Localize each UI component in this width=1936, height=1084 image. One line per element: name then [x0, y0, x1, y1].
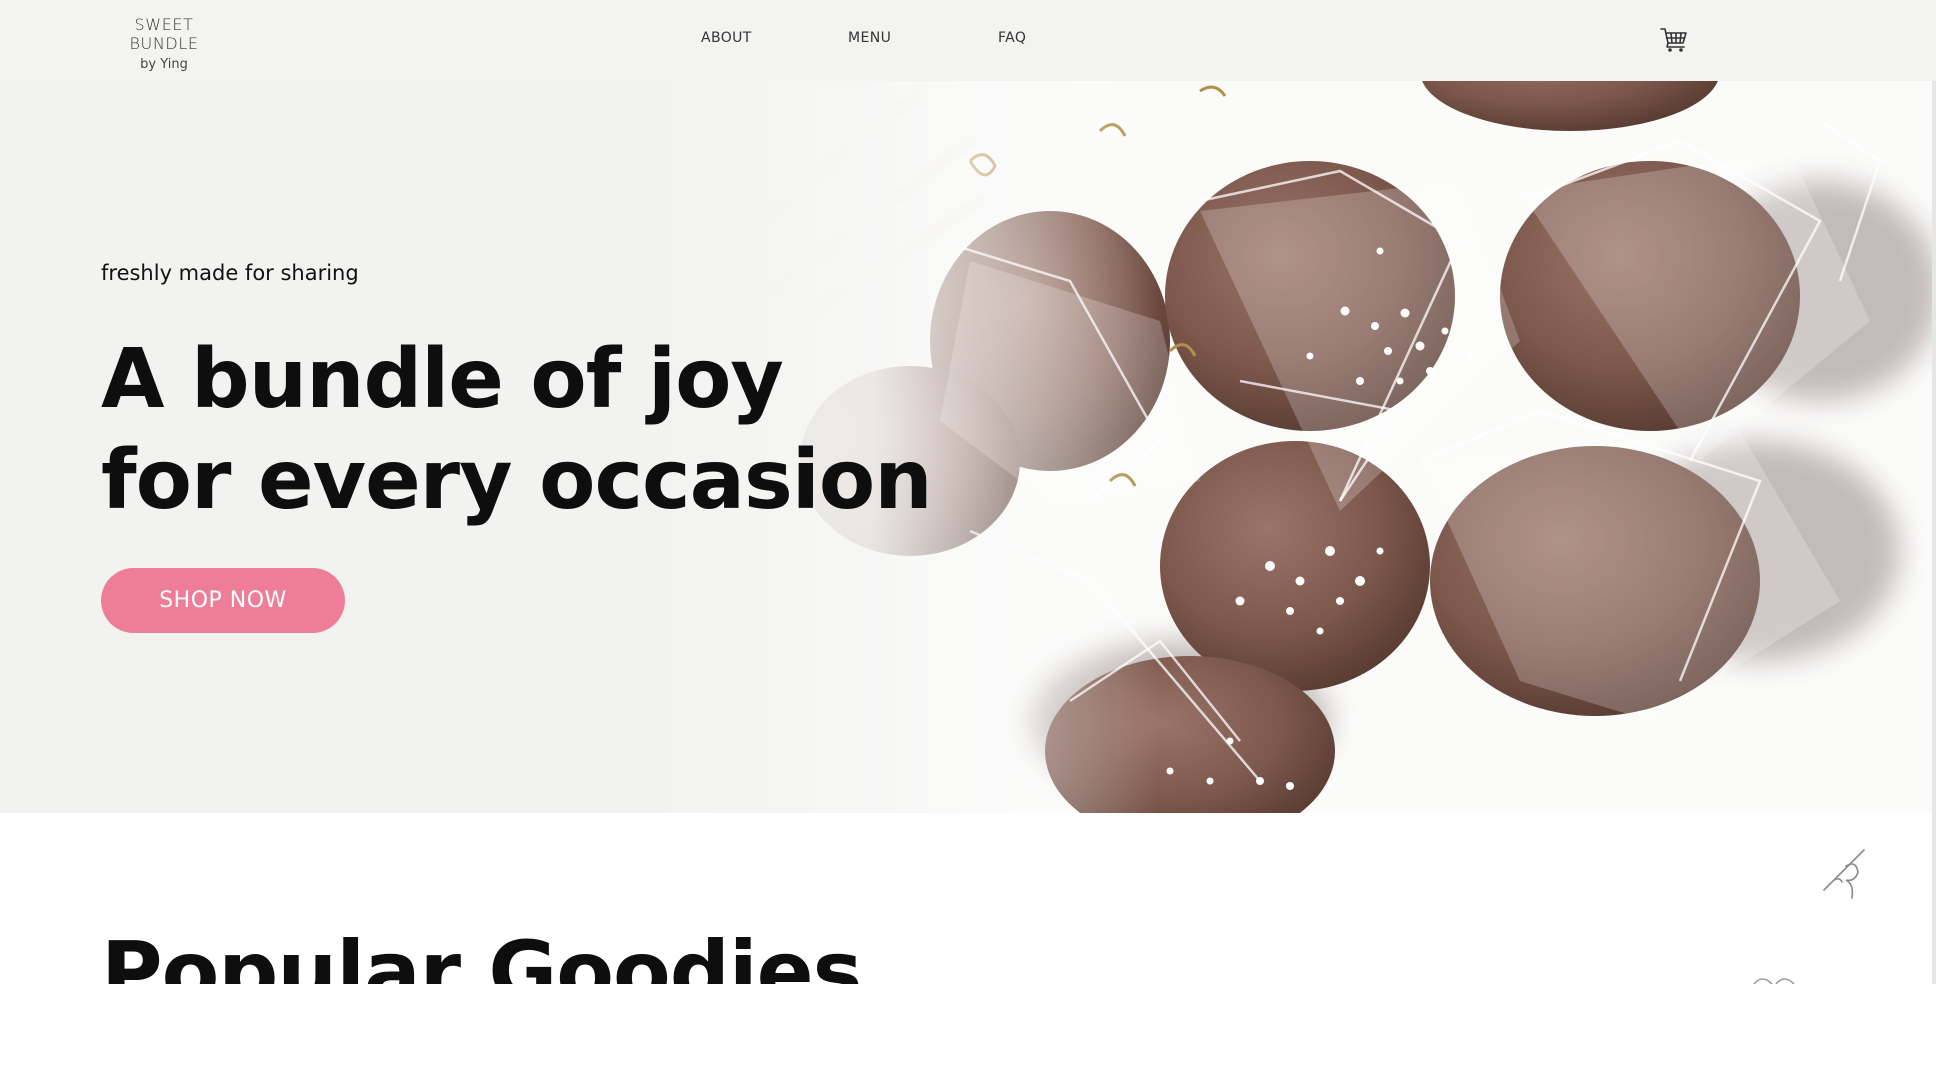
- headline-line-1: A bundle of joy: [101, 332, 784, 427]
- site-header: SWEET BUNDLE by Ying ABOUT MENU FAQ: [0, 0, 1936, 81]
- nav-link-about[interactable]: ABOUT: [701, 30, 752, 46]
- shopping-cart-icon[interactable]: [1660, 27, 1688, 53]
- nav-link-faq[interactable]: FAQ: [998, 30, 1026, 46]
- popular-goodies-heading: Popular Goodies: [101, 923, 863, 984]
- hero-tagline: freshly made for sharing: [101, 261, 359, 285]
- floating-decoration-icon: [1823, 849, 1865, 899]
- decoration-fragment-icon: [1753, 978, 1795, 984]
- hero-headline: A bundle of joy for every occasion: [101, 329, 933, 531]
- page-viewport: SWEET BUNDLE by Ying ABOUT MENU FAQ fres…: [0, 0, 1936, 984]
- logo-subtitle: by Ying: [140, 57, 188, 72]
- headline-line-2: for every occasion: [101, 433, 933, 528]
- nav-link-menu[interactable]: MENU: [848, 30, 891, 46]
- logo-title: SWEET BUNDLE: [129, 15, 199, 53]
- page-scrollbar[interactable]: [1932, 0, 1936, 984]
- site-logo[interactable]: SWEET BUNDLE by Ying: [101, 15, 227, 72]
- hero-section: freshly made for sharing A bundle of joy…: [0, 81, 1936, 813]
- shop-now-button[interactable]: SHOP NOW: [101, 568, 345, 633]
